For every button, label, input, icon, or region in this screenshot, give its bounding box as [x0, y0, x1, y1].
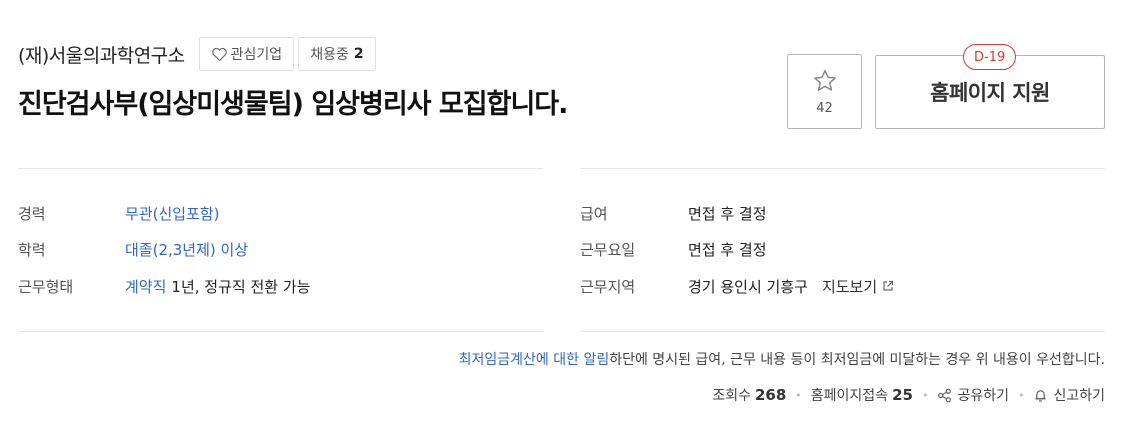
condition-salary: 급여 면접 후 결정 — [580, 202, 767, 224]
separator-dot: • — [1017, 388, 1025, 402]
homepage-visits-label: 홈페이지접속 — [810, 388, 889, 404]
minimum-wage-text: 하단에 명시된 급여, 근무 내용 등이 최저임금에 미달하는 경우 위 내용이… — [609, 352, 1105, 368]
view-map-link[interactable]: 지도보기 — [822, 276, 894, 297]
condition-career-value[interactable]: 무관(신입포함) — [125, 203, 220, 224]
dday-badge: D-19 — [963, 44, 1017, 70]
employment-type-detail: 1년, 정규직 전환 가능 — [171, 277, 311, 296]
share-label: 공유하기 — [957, 388, 1009, 404]
condition-location: 근무지역 경기 용인시 기흥구 지도보기 — [580, 275, 894, 297]
divider-top-right — [580, 168, 1105, 169]
condition-salary-value: 면접 후 결정 — [688, 204, 767, 223]
share-button[interactable]: 공유하기 — [937, 385, 1009, 405]
view-map-label: 지도보기 — [821, 277, 878, 296]
hiring-count-button[interactable]: 채용중 2 — [298, 37, 376, 71]
condition-location-value: 경기 용인시 기흥구 — [688, 277, 808, 296]
minimum-wage-link[interactable]: 최저임금계산에 대한 알림 — [459, 352, 610, 368]
hiring-count: 2 — [353, 46, 364, 62]
favorite-company-label: 관심기업 — [230, 47, 283, 63]
bell-icon — [1033, 388, 1048, 403]
scrap-button[interactable]: 42 — [787, 54, 862, 129]
condition-workdays-value: 면접 후 결정 — [688, 240, 767, 259]
company-name[interactable]: (재)서울의과학연구소 — [18, 41, 185, 68]
separator-dot: • — [921, 388, 929, 402]
condition-education: 학력 대졸(2,3년제) 이상 — [18, 238, 248, 260]
condition-education-value[interactable]: 대졸(2,3년제) 이상 — [125, 239, 248, 260]
condition-label: 근무형태 — [18, 277, 74, 296]
condition-employment-type: 근무형태 계약직 1년, 정규직 전환 가능 — [18, 275, 310, 297]
hiring-label: 채용중 — [310, 47, 349, 63]
job-title: 진단검사부(임상미생물팀) 임상병리사 모집합니다. — [18, 89, 568, 120]
favorite-company-button[interactable]: 관심기업 — [198, 37, 295, 71]
minimum-wage-notice: 최저임금계산에 대한 알림하단에 명시된 급여, 근무 내용 등이 최저임금에 … — [459, 349, 1105, 369]
divider-bottom-left — [18, 331, 543, 332]
condition-label: 학력 — [18, 240, 46, 259]
heart-icon — [211, 46, 228, 63]
divider-bottom-right — [580, 331, 1105, 332]
views-label: 조회수 — [712, 388, 751, 404]
report-button[interactable]: 신고하기 — [1033, 385, 1105, 405]
condition-career: 경력 무관(신입포함) — [18, 202, 220, 224]
employment-type-link[interactable]: 계약직 — [125, 276, 166, 297]
star-icon — [812, 68, 838, 98]
condition-label: 급여 — [580, 204, 608, 223]
condition-label: 근무요일 — [580, 240, 636, 259]
apply-label: 홈페이지 지원 — [930, 81, 1050, 105]
external-link-icon — [882, 280, 894, 292]
report-label: 신고하기 — [1053, 388, 1105, 404]
share-icon — [937, 388, 952, 403]
condition-label: 근무지역 — [580, 277, 636, 296]
footer-stats: 조회수 268 • 홈페이지접속 25 • 공유하기 • 신고하기 — [712, 385, 1105, 405]
condition-label: 경력 — [18, 204, 46, 223]
condition-workdays: 근무요일 면접 후 결정 — [580, 238, 767, 260]
separator-dot: • — [795, 388, 802, 402]
company-row: (재)서울의과학연구소 관심기업 채용중 2 — [18, 37, 380, 71]
scrap-count: 42 — [816, 100, 833, 116]
divider-top-left — [18, 168, 543, 169]
views-count: 268 — [754, 386, 787, 404]
homepage-visits-count: 25 — [892, 386, 913, 404]
